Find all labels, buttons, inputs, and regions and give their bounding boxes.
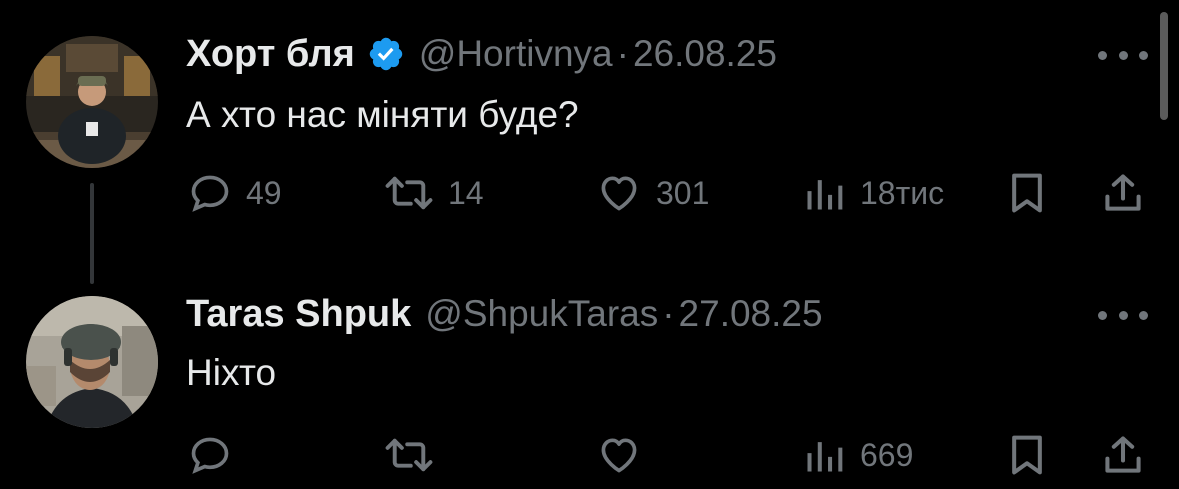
tweet[interactable]: Хорт бля @Hortivnya · 26.08.25 А хто нас…	[0, 0, 1179, 284]
like-count: 301	[656, 174, 710, 211]
more-icon[interactable]	[1098, 40, 1148, 70]
tweet[interactable]: Taras Shpuk @ShpukTaras · 27.08.25 Ніхто…	[0, 288, 1179, 489]
reply-icon	[191, 437, 229, 474]
retweet-count: 14	[448, 174, 484, 211]
tweet-header: Taras Shpuk @ShpukTaras · 27.08.25	[186, 292, 823, 336]
separator: ·	[616, 33, 629, 74]
retweet-icon	[385, 176, 433, 210]
tweet-date[interactable]: 27.08.25	[679, 293, 823, 335]
views-icon	[807, 442, 843, 472]
heart-icon	[601, 438, 637, 473]
avatar[interactable]	[26, 296, 158, 428]
retweet-icon	[385, 438, 433, 472]
display-name[interactable]: Taras Shpuk	[186, 293, 411, 336]
user-handle[interactable]: @Hortivnya	[419, 33, 613, 75]
share-icon	[1105, 436, 1141, 473]
views-button[interactable]: 669	[802, 430, 913, 480]
views-icon	[807, 180, 843, 210]
thread-line	[90, 183, 94, 284]
bookmark-icon	[1012, 173, 1042, 213]
retweet-button[interactable]	[384, 430, 448, 480]
reply-button[interactable]	[188, 430, 246, 480]
views-count: 18тис	[860, 174, 945, 211]
like-button[interactable]	[596, 430, 656, 480]
share-button[interactable]	[1101, 430, 1145, 480]
verified-badge-icon[interactable]	[367, 35, 405, 73]
tweet-date[interactable]: 26.08.25	[633, 33, 777, 75]
views-count: 669	[860, 436, 914, 473]
like-button[interactable]: 301	[596, 168, 709, 218]
bookmark-icon	[1012, 435, 1042, 475]
tweet-header: Хорт бля @Hortivnya · 26.08.25	[186, 32, 777, 76]
bookmark-button[interactable]	[1005, 168, 1049, 218]
reply-icon	[191, 175, 229, 212]
tweet-text: Ніхто	[186, 352, 277, 393]
reply-button[interactable]: 49	[188, 168, 282, 218]
heart-icon	[601, 176, 637, 211]
share-button[interactable]	[1101, 168, 1145, 218]
retweet-button[interactable]: 14	[384, 168, 484, 218]
avatar[interactable]	[26, 36, 158, 168]
display-name[interactable]: Хорт бля	[186, 33, 355, 76]
bookmark-button[interactable]	[1005, 430, 1049, 480]
more-icon[interactable]	[1098, 300, 1148, 330]
tweet-text: А хто нас міняти буде?	[186, 94, 579, 135]
reply-count: 49	[246, 174, 282, 211]
views-button[interactable]: 18тис	[802, 168, 944, 218]
separator: ·	[662, 293, 675, 334]
user-handle[interactable]: @ShpukTaras	[425, 293, 658, 335]
share-icon	[1105, 174, 1141, 211]
